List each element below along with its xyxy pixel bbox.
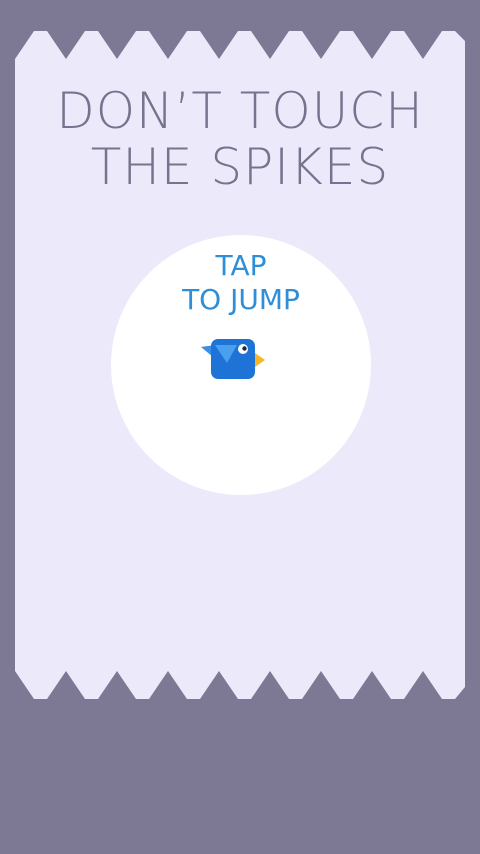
tap-to-jump-button[interactable]: TAP TO JUMP (111, 235, 371, 495)
instruction-line-2: TO JUMP (182, 283, 300, 316)
instruction-line-1: TAP (215, 249, 267, 282)
game-screen[interactable]: DON’T TOUCH THE SPIKES TAP TO JUMP (0, 0, 480, 854)
top-spikes (15, 31, 465, 59)
game-title: DON’T TOUCH THE SPIKES (15, 83, 465, 195)
bird-icon (201, 339, 265, 379)
title-line-1: DON’T TOUCH (56, 82, 424, 140)
game-arena[interactable]: DON’T TOUCH THE SPIKES TAP TO JUMP (15, 31, 465, 699)
title-line-2: THE SPIKES (90, 138, 390, 196)
bottom-spikes (15, 671, 465, 699)
tap-instruction: TAP TO JUMP (111, 249, 371, 317)
